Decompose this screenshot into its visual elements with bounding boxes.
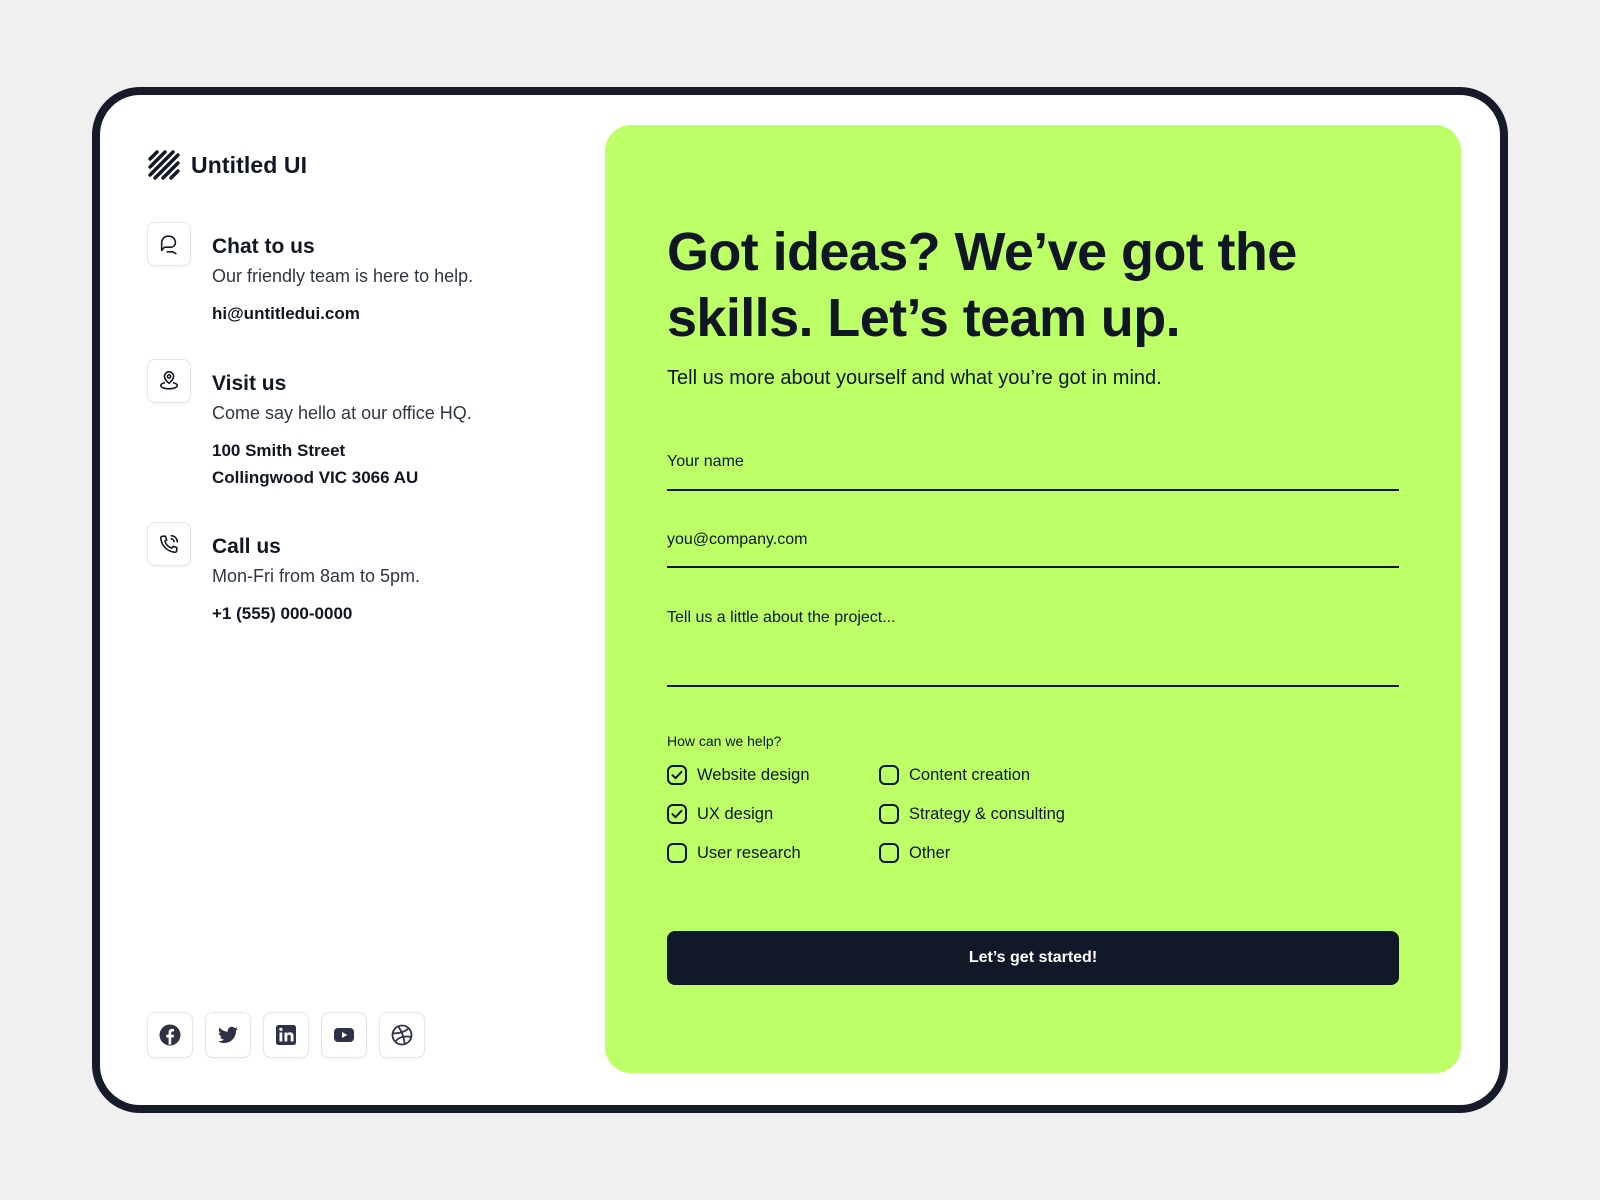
address-line-2: Collingwood VIC 3066 AU	[212, 468, 419, 487]
option-label: UX design	[697, 804, 774, 823]
option-label: Content creation	[909, 765, 1031, 784]
help-label: How can we help?	[667, 733, 782, 749]
email-link[interactable]: hi@untitledui.com	[212, 300, 473, 327]
contact-subtitle: Mon-Fri from 8am to 5pm.	[212, 566, 421, 586]
checkbox-unchecked[interactable]	[879, 804, 899, 824]
submit-button[interactable]: Let’s get started!	[667, 931, 1399, 985]
email-field-wrapper	[667, 531, 1399, 568]
social-links	[147, 1012, 425, 1058]
checkbox-unchecked[interactable]	[667, 843, 687, 863]
untitled-ui-logo-icon	[148, 150, 180, 180]
brand[interactable]: Untitled UI	[147, 147, 307, 183]
phone-icon	[159, 534, 179, 554]
option-user-research[interactable]: User research	[667, 843, 879, 863]
facebook-link[interactable]	[147, 1012, 193, 1058]
checkbox-checked[interactable]	[667, 804, 687, 824]
contact-title: Call us	[212, 535, 281, 558]
option-label: Other	[909, 843, 951, 862]
chat-icon-box	[147, 222, 191, 266]
linkedin-icon	[276, 1025, 296, 1045]
option-website-design[interactable]: Website design	[667, 765, 879, 785]
option-other[interactable]: Other	[879, 843, 1139, 863]
contact-call: Call us Mon-Fri from 8am to 5pm. +1 (555…	[147, 522, 420, 627]
checkbox-unchecked[interactable]	[879, 765, 899, 785]
youtube-link[interactable]	[321, 1012, 367, 1058]
service-options: Website design Content creation UX desig…	[667, 765, 1399, 863]
contact-subtitle: Our friendly team is here to help.	[212, 266, 474, 286]
twitter-link[interactable]	[205, 1012, 251, 1058]
phone-link[interactable]: +1 (555) 000-0000	[212, 600, 420, 627]
chat-bubble-icon	[160, 235, 177, 255]
contact-form-panel: Got ideas? We’ve got the skills. Let’s t…	[605, 125, 1461, 1073]
facebook-icon	[159, 1024, 181, 1046]
option-label: User research	[697, 843, 801, 862]
address[interactable]: 100 Smith Street Collingwood VIC 3066 AU	[212, 437, 472, 491]
checkmark-icon	[671, 770, 683, 780]
option-strategy-consulting[interactable]: Strategy & consulting	[879, 804, 1139, 824]
option-ux-design[interactable]: UX design	[667, 804, 879, 824]
dribbble-icon	[391, 1024, 413, 1046]
address-line-1: 100 Smith Street	[212, 441, 346, 460]
dribbble-link[interactable]	[379, 1012, 425, 1058]
linkedin-link[interactable]	[263, 1012, 309, 1058]
form-headline: Got ideas? We’ve got the skills. Let’s t…	[667, 222, 1297, 348]
contact-visit: Visit us Come say hello at our office HQ…	[147, 359, 472, 491]
name-field-wrapper	[667, 453, 1399, 491]
option-content-creation[interactable]: Content creation	[879, 765, 1139, 785]
option-label: Strategy & consulting	[909, 804, 1065, 823]
contact-subtitle: Come say hello at our office HQ.	[212, 403, 472, 423]
form-subheadline: Tell us more about yourself and what you…	[667, 367, 1162, 389]
checkmark-icon	[671, 809, 683, 819]
contact-title: Chat to us	[212, 235, 315, 258]
checkbox-unchecked[interactable]	[879, 843, 899, 863]
project-field-wrapper	[667, 609, 1399, 687]
call-icon-box	[147, 522, 191, 566]
youtube-icon	[334, 1028, 354, 1042]
contact-sidebar: Untitled UI Chat to us Our friendly team…	[147, 95, 627, 1105]
checkbox-checked[interactable]	[667, 765, 687, 785]
twitter-icon	[218, 1026, 238, 1044]
name-input[interactable]	[667, 453, 1399, 471]
option-label: Website design	[697, 765, 810, 784]
contact-chat: Chat to us Our friendly team is here to …	[147, 222, 473, 327]
contact-title: Visit us	[212, 372, 287, 395]
brand-name: Untitled UI	[191, 151, 308, 178]
visit-icon-box	[147, 359, 191, 403]
email-input[interactable]	[667, 531, 1399, 549]
app-window: Untitled UI Chat to us Our friendly team…	[92, 87, 1508, 1113]
project-textarea[interactable]	[667, 609, 1399, 645]
map-pin-icon	[159, 371, 179, 390]
